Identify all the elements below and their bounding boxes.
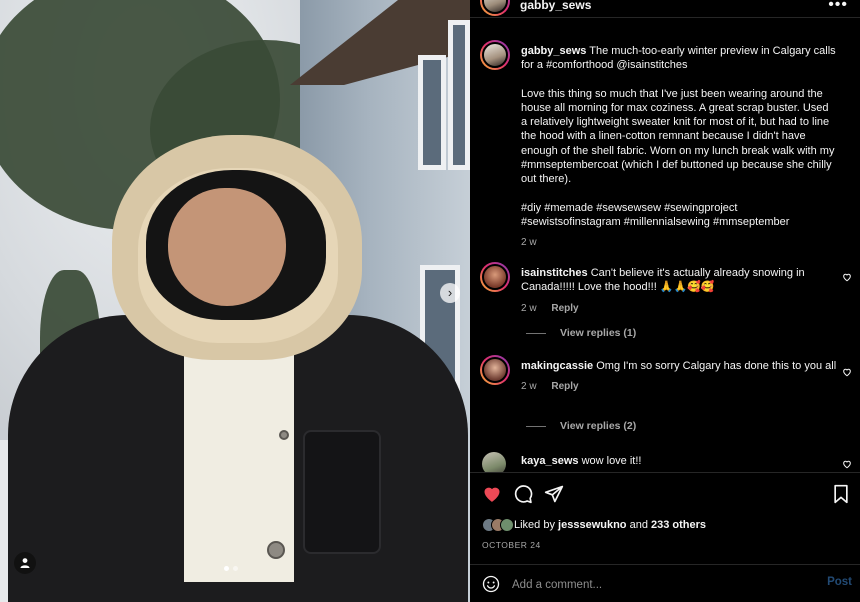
comment-composer: Post (470, 564, 860, 602)
avatar (482, 0, 508, 14)
view-replies-button[interactable]: View replies (1) (526, 327, 636, 339)
comment-meta: 2 w Reply (521, 380, 837, 394)
carousel-dot (224, 566, 229, 571)
share-icon[interactable] (544, 484, 564, 504)
caption: gabby_sews The much-too-early winter pre… (480, 40, 852, 250)
chevron-right-icon: › (447, 285, 453, 300)
commenter-avatar[interactable] (482, 452, 506, 472)
likes-prefix: Liked by (514, 519, 555, 531)
post-date[interactable]: OCTOBER 24 (482, 540, 541, 550)
avatar (500, 518, 514, 532)
photo-pocket (303, 430, 381, 554)
caption-timestamp: 2 w (521, 237, 537, 249)
carousel-indicator (224, 566, 238, 571)
comment-content: makingcassie Omg I'm so sorry Calgary ha… (521, 359, 837, 395)
post-photo[interactable] (0, 0, 470, 602)
comment-text: Omg I'm so sorry Calgary has done this t… (596, 360, 837, 372)
heart-outline-icon[interactable] (842, 459, 852, 469)
person-icon (20, 558, 30, 568)
comments-list[interactable]: gabby_sews The much-too-early winter pre… (470, 30, 860, 472)
caption-avatar-ring[interactable] (480, 40, 510, 70)
likes-count[interactable]: 233 others (651, 519, 706, 531)
emoji-icon[interactable] (482, 575, 500, 593)
reply-button[interactable]: Reply (551, 381, 578, 392)
photo-face (168, 188, 286, 306)
photo-coat-button (267, 541, 285, 559)
comment-meta: 2 w Reply (521, 302, 837, 316)
post-comment-button[interactable]: Post (827, 576, 852, 588)
tagged-users-button[interactable] (14, 552, 36, 574)
author-avatar-ring[interactable] (480, 0, 510, 16)
carousel-dot (233, 566, 238, 571)
avatar (482, 357, 508, 383)
comment-icon[interactable] (513, 484, 533, 504)
avatar (482, 264, 508, 290)
action-icons (482, 484, 852, 506)
comment-text: wow love it!! (581, 455, 642, 467)
commenter-avatar-ring[interactable] (480, 262, 510, 292)
comment-username[interactable]: isainstitches (521, 267, 588, 279)
comment-content: isainstitches Can't believe it's actuall… (521, 266, 837, 316)
comment-username[interactable]: kaya_sews (521, 455, 579, 467)
comment-timestamp: 2 w (521, 302, 537, 314)
avatar (482, 42, 508, 68)
comment-content: kaya_sews wow love it!! (521, 454, 837, 468)
view-replies-button[interactable]: View replies (2) (526, 420, 636, 432)
reply-button[interactable]: Reply (551, 303, 578, 314)
bookmark-icon[interactable] (832, 484, 850, 504)
heart-filled-icon[interactable] (482, 484, 502, 504)
comment-username[interactable]: makingcassie (521, 360, 593, 372)
photo-coat-button (279, 430, 289, 440)
caption-content: gabby_sews The much-too-early winter pre… (521, 44, 837, 251)
comment-timestamp: 2 w (521, 381, 537, 393)
comment-input[interactable] (512, 576, 802, 594)
heart-outline-icon[interactable] (842, 272, 852, 282)
liker-username[interactable]: jesssewukno (558, 519, 626, 531)
commenter-avatar-ring[interactable] (480, 355, 510, 385)
comment-item: kaya_sews wow love it!! (480, 450, 852, 472)
comment-item: isainstitches Can't believe it's actuall… (480, 262, 852, 332)
post-header: gabby_sews ••• (470, 0, 860, 18)
caption-hashtags[interactable]: #diy #memade #sewsewsew #sewingproject #… (521, 201, 837, 230)
comment-item: makingcassie Omg I'm so sorry Calgary ha… (480, 355, 852, 425)
heart-outline-icon[interactable] (842, 367, 852, 377)
likes-summary: Liked by jesssewukno and 233 others (482, 518, 706, 532)
author-username[interactable]: gabby_sews (520, 0, 591, 12)
post-side-panel: gabby_sews ••• gabby_sews The much-too-e… (470, 0, 860, 602)
likes-middle: and (629, 519, 648, 531)
photo-window (448, 20, 470, 170)
caption-username[interactable]: gabby_sews (521, 45, 586, 57)
more-horizontal-icon[interactable]: ••• (828, 0, 848, 14)
carousel-next-button[interactable]: › (440, 283, 460, 303)
liker-avatars[interactable] (482, 518, 514, 532)
post-actions: Liked by jesssewukno and 233 others OCTO… (470, 472, 860, 602)
photo-window (418, 55, 446, 170)
avatar (482, 452, 506, 472)
caption-body: Love this thing so much that I've just b… (521, 87, 835, 186)
